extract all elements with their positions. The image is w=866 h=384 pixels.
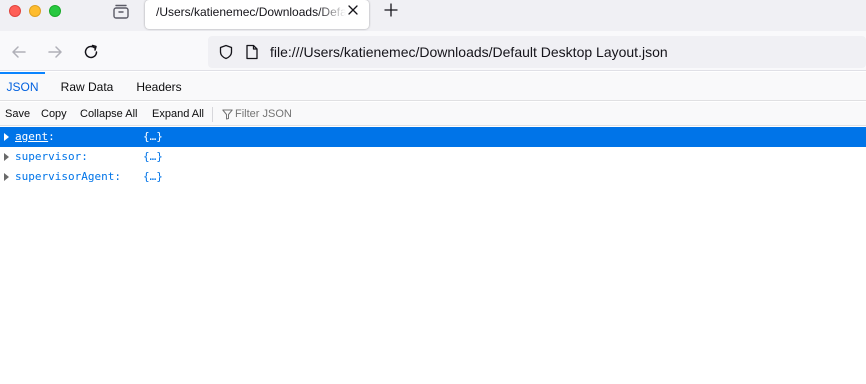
plus-icon[interactable] — [383, 2, 399, 18]
forward-arrow-icon[interactable] — [46, 43, 64, 61]
tree-row-supervisor-agent[interactable]: supervisorAgent: {…} — [0, 167, 866, 187]
tree-row-agent[interactable]: agent: {…} — [0, 127, 866, 147]
tree-row-supervisor[interactable]: supervisor: {…} — [0, 147, 866, 167]
browser-tab[interactable]: /Users/katienemec/Downloads/Default Desk… — [145, 0, 369, 29]
tree-key: agent: — [15, 127, 55, 147]
tab-json[interactable]: JSON — [0, 72, 45, 101]
page-icon[interactable] — [245, 44, 259, 60]
key-colon: : — [48, 130, 55, 143]
key-name: agent — [15, 130, 49, 143]
navigation-toolbar: file:///Users/katienemec/Downloads/Defau… — [0, 31, 866, 71]
filter-json-input[interactable] — [235, 102, 435, 126]
tree-value: {…} — [143, 130, 163, 143]
window-minimize-button[interactable] — [29, 5, 41, 17]
key-colon: : — [114, 170, 121, 183]
reload-icon[interactable] — [82, 43, 100, 61]
collapse-all-button[interactable]: Collapse All — [80, 102, 137, 126]
filter-icon — [222, 109, 233, 120]
expand-all-button[interactable]: Expand All — [152, 102, 204, 126]
tree-key: supervisorAgent: — [15, 167, 121, 187]
tab-title: /Users/katienemec/Downloads/Default Desk… — [156, 5, 346, 19]
save-button[interactable]: Save — [5, 102, 30, 126]
window-zoom-button[interactable] — [49, 5, 61, 17]
url-text[interactable]: file:///Users/katienemec/Downloads/Defau… — [270, 44, 668, 60]
tab-strip: /Users/katienemec/Downloads/Default Desk… — [0, 0, 866, 31]
tree-key: supervisor: — [15, 147, 88, 167]
key-name: supervisorAgent — [15, 170, 115, 183]
key-colon: : — [81, 150, 88, 163]
tab-raw-data[interactable]: Raw Data — [53, 72, 121, 101]
window-close-button[interactable] — [9, 5, 21, 17]
twisty-right-icon[interactable] — [4, 173, 9, 181]
key-name: supervisor — [15, 150, 82, 163]
back-arrow-icon[interactable] — [10, 43, 28, 61]
close-icon[interactable] — [346, 3, 360, 17]
tree-value: {…} — [143, 150, 163, 163]
toolbar-divider — [212, 107, 213, 122]
json-toolbar: Save Copy Collapse All Expand All — [0, 102, 866, 126]
json-viewer-tabs: JSON Raw Data Headers — [0, 72, 866, 101]
url-bar[interactable]: file:///Users/katienemec/Downloads/Defau… — [208, 36, 866, 68]
twisty-right-icon[interactable] — [4, 133, 9, 141]
tab-overview-icon[interactable] — [112, 3, 130, 19]
copy-button[interactable]: Copy — [41, 102, 67, 126]
tree-value: {…} — [143, 170, 163, 183]
twisty-right-icon[interactable] — [4, 153, 9, 161]
shield-icon[interactable] — [218, 44, 234, 60]
json-tree: agent: {…} supervisor: {…} supervisorAge… — [0, 127, 866, 187]
tab-headers[interactable]: Headers — [127, 72, 191, 101]
